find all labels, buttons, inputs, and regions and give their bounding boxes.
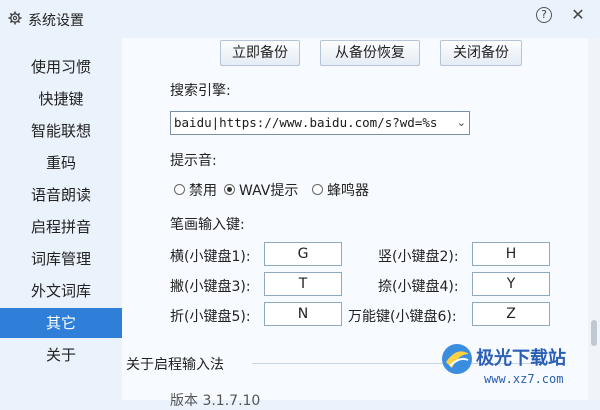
search-engine-label: 搜索引擎:: [170, 83, 231, 99]
stroke-key-label-na: 捺(小键盘4):: [378, 279, 459, 295]
sound-wav-radio[interactable]: [224, 184, 235, 195]
sound-disabled-label: 禁用: [189, 183, 217, 199]
sound-disabled-radio[interactable]: [174, 184, 185, 195]
stroke-key-label-shu: 竖(小键盘2):: [378, 249, 459, 265]
sound-label: 提示音:: [170, 153, 217, 169]
help-button[interactable]: ?: [536, 7, 552, 23]
chevron-down-icon: ⌄: [456, 116, 466, 129]
stroke-key-input-pie[interactable]: T: [264, 272, 342, 296]
search-engine-value: baidu|https://www.baidu.com/s?wd=%s: [174, 115, 438, 130]
gear-icon: [8, 11, 22, 25]
stroke-key-input-heng[interactable]: G: [264, 242, 342, 266]
sidebar-item-voice-reading[interactable]: 语音朗读: [0, 180, 122, 210]
watermark-url: www.xz7.com: [484, 372, 564, 386]
sidebar-item-duplicate-codes[interactable]: 重码: [0, 148, 122, 178]
close-button[interactable]: ✕: [568, 5, 588, 25]
backup-now-button[interactable]: 立即备份: [220, 40, 300, 66]
title-bar: 系统设置 ? ✕: [0, 0, 600, 38]
sound-wav-label: WAV提示: [239, 183, 299, 199]
sidebar-item-qicheng-pinyin[interactable]: 启程拼音: [0, 212, 122, 242]
stroke-key-input-wildcard[interactable]: Z: [472, 302, 550, 326]
stroke-key-input-na[interactable]: Y: [472, 272, 550, 296]
sidebar-item-dictionary-management[interactable]: 词库管理: [0, 244, 122, 274]
watermark-brand: 极光下载站: [476, 348, 566, 369]
sidebar-item-foreign-dictionary[interactable]: 外文词库: [0, 276, 122, 306]
sidebar-item-usage-habits[interactable]: 使用习惯: [0, 52, 122, 82]
sidebar-item-hotkeys[interactable]: 快捷键: [0, 84, 122, 114]
brand-logo-icon: [442, 344, 472, 374]
about-section-heading: 关于启程输入法: [126, 357, 224, 373]
restore-backup-button[interactable]: 从备份恢复: [320, 40, 420, 66]
stroke-key-label-wildcard: 万能键(小键盘6):: [348, 309, 457, 325]
stroke-keys-label: 笔画输入键:: [170, 217, 245, 233]
sidebar: 使用习惯 快捷键 智能联想 重码 语音朗读 启程拼音 词库管理 外文词库 其它 …: [0, 38, 122, 400]
stroke-key-label-pie: 撇(小键盘3):: [170, 279, 251, 295]
sound-beeper-radio[interactable]: [312, 184, 323, 195]
version-text: 版本 3.1.7.10: [170, 393, 261, 409]
stroke-key-input-shu[interactable]: H: [472, 242, 550, 266]
window-title: 系统设置: [28, 13, 84, 29]
sidebar-item-smart-suggest[interactable]: 智能联想: [0, 116, 122, 146]
close-backup-button[interactable]: 关闭备份: [440, 40, 522, 66]
search-engine-select[interactable]: baidu|https://www.baidu.com/s?wd=%s ⌄: [170, 111, 470, 135]
sidebar-item-other[interactable]: 其它: [0, 308, 122, 338]
stroke-key-input-zhe[interactable]: N: [264, 302, 342, 326]
sound-beeper-label: 蜂鸣器: [327, 183, 369, 199]
watermark: 极光下载站 www.xz7.com: [440, 338, 590, 396]
sidebar-item-about[interactable]: 关于: [0, 340, 122, 370]
stroke-key-label-zhe: 折(小键盘5):: [170, 309, 251, 325]
scrollbar-thumb[interactable]: [591, 320, 597, 346]
stroke-key-label-heng: 横(小键盘1):: [170, 249, 251, 265]
